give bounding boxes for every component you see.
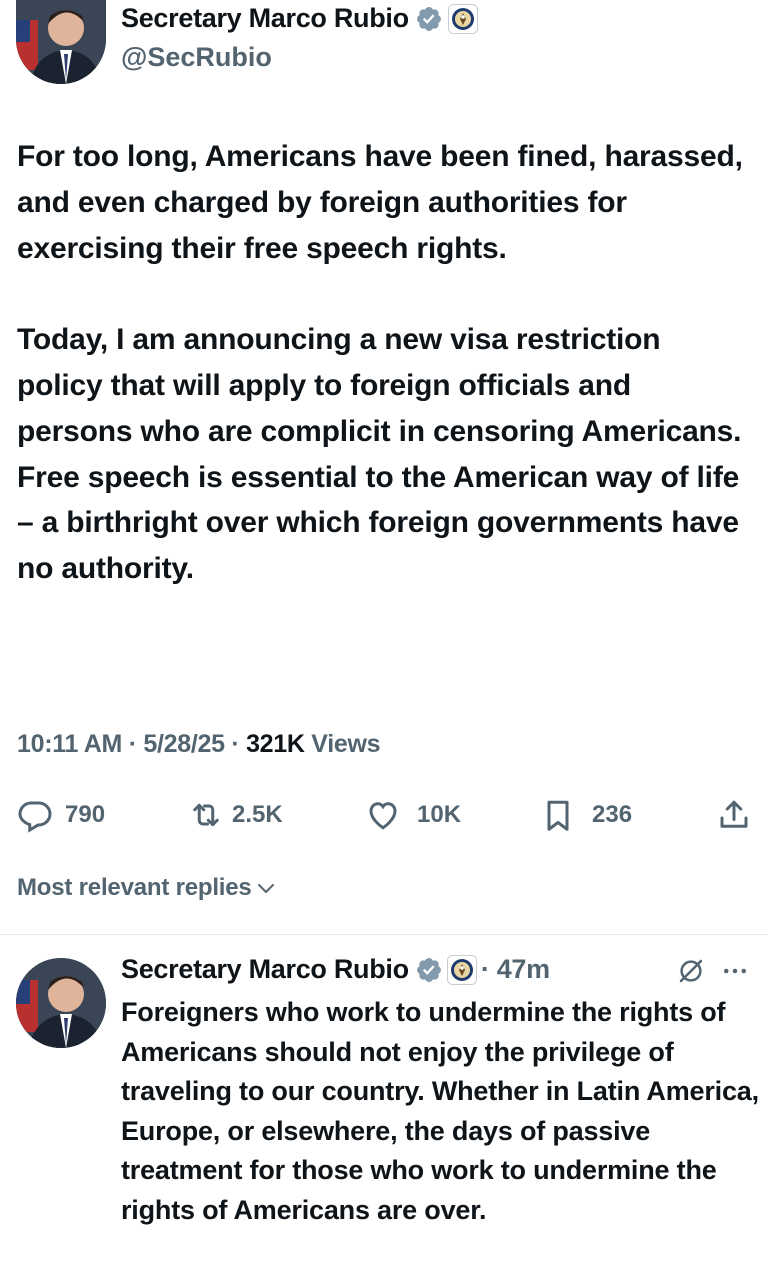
grok-icon: [679, 959, 703, 983]
reply-text: Foreigners who work to undermine the rig…: [121, 997, 759, 1225]
reply-count: 790: [65, 801, 106, 828]
meta-separator: ·: [231, 730, 240, 758]
reply-icon: [18, 801, 52, 833]
replies-sort-label: Most relevant replies: [17, 874, 252, 901]
reply-author-name[interactable]: Secretary Marco Rubio: [121, 954, 409, 985]
tweet-meta: 10:11 AM · 5/28/25 · 321K Views: [17, 730, 381, 759]
author-avatar[interactable]: [16, 0, 106, 84]
reply-button[interactable]: 790: [17, 793, 105, 837]
meta-separator: ·: [128, 730, 137, 758]
reply-author-avatar[interactable]: [16, 958, 106, 1048]
heart-icon: [369, 802, 397, 830]
share-button[interactable]: [716, 793, 752, 837]
replies-sort-dropdown[interactable]: Most relevant replies: [17, 874, 278, 902]
bookmark-button[interactable]: 236: [540, 793, 632, 837]
repost-icon: [193, 803, 219, 827]
chevron-down-icon: [257, 884, 274, 893]
like-count: 10K: [417, 801, 462, 828]
action-bar: 790 2.5K 10K 236: [0, 793, 768, 837]
tweet-date[interactable]: 5/28/25: [143, 730, 225, 758]
more-icon: [724, 968, 746, 974]
tweet-paragraph: For too long, Americans have been fined,…: [17, 140, 743, 265]
author-name[interactable]: Secretary Marco Rubio: [121, 3, 409, 34]
verified-badge-icon: [415, 5, 443, 33]
tweet-paragraph: Today, I am announcing a new visa restri…: [17, 323, 742, 586]
divider: [0, 934, 768, 935]
like-button[interactable]: 10K: [365, 793, 461, 837]
state-department-seal-icon: [446, 954, 477, 985]
views-count: 321K: [246, 730, 305, 758]
reply-time[interactable]: · 47m: [481, 954, 550, 985]
state-department-seal-icon: [447, 3, 478, 34]
reply-header: Secretary Marco Rubio · 47m: [121, 954, 550, 985]
views-label: Views: [311, 730, 381, 758]
bookmark-icon: [547, 800, 569, 831]
repost-button[interactable]: 2.5K: [188, 793, 283, 837]
verified-badge-icon: [415, 956, 443, 984]
tweet-text: For too long, Americans have been fined,…: [17, 134, 752, 592]
tweet-time[interactable]: 10:11 AM: [17, 730, 122, 758]
grok-button[interactable]: [676, 956, 706, 991]
repost-count: 2.5K: [232, 801, 283, 828]
author-handle[interactable]: @SecRubio: [121, 42, 272, 73]
more-button[interactable]: [720, 956, 750, 991]
bookmark-count: 236: [592, 801, 633, 828]
share-icon: [720, 800, 748, 828]
